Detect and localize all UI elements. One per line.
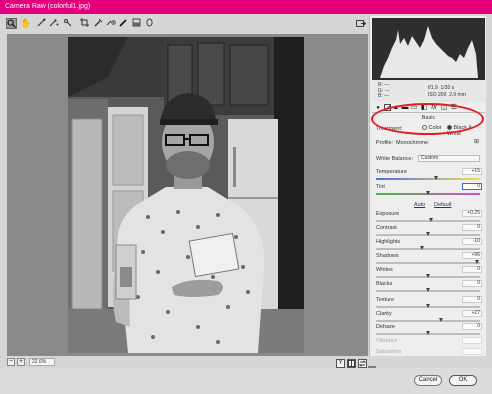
focal-length: 2.9 mm — [449, 92, 466, 98]
image-canvas[interactable] — [7, 34, 368, 356]
contrast-label: Contrast — [376, 225, 397, 231]
tint-label: Tint — [376, 184, 385, 190]
zoom-out-button[interactable]: − — [7, 358, 15, 366]
shutter: 1/30 s — [440, 85, 455, 91]
zoom-in-button[interactable]: + — [17, 358, 25, 366]
texture-value[interactable]: 0 — [462, 296, 482, 303]
texture-thumb[interactable] — [425, 304, 430, 308]
adjustments-panel: R: --- G: --- B: --- f/1.9 1/30 s ISO 20… — [369, 16, 486, 356]
highlights-label: Highlights — [376, 239, 401, 245]
vibrance-label: Vibrance — [376, 338, 398, 344]
blacks-value[interactable]: 0 — [462, 280, 482, 287]
dehaze-label: Dehaze — [376, 324, 395, 330]
clarity-value[interactable]: +27 — [462, 310, 482, 317]
tint-value[interactable]: 0 — [462, 183, 482, 190]
texture-label: Texture — [376, 297, 395, 303]
exposure-slider[interactable] — [376, 218, 480, 222]
highlights-value[interactable]: -10 — [462, 238, 482, 245]
aperture: f/1.9 — [428, 85, 438, 91]
profile-browser-icon[interactable]: ⊞ — [474, 139, 481, 146]
tool-strip: ✋ — [4, 16, 366, 32]
shadows-thumb[interactable] — [475, 260, 480, 264]
exposure-value[interactable]: +0.25 — [462, 210, 482, 217]
dehaze-thumb[interactable] — [425, 331, 430, 335]
b-label: B: — [378, 93, 383, 99]
temperature-slider[interactable] — [376, 176, 480, 180]
contrast-value[interactable]: 0 — [462, 224, 482, 231]
temperature-label: Temperature — [376, 169, 407, 175]
ok-button[interactable]: OK — [449, 375, 477, 386]
dehaze-value[interactable]: 0 — [462, 323, 482, 330]
radial-filter-icon[interactable] — [144, 18, 155, 29]
texture-slider[interactable] — [376, 304, 480, 308]
camera-raw-window: Camera Raw (colorful1.jpg) ✋ − + 22.6% Y… — [0, 0, 492, 394]
clarity-thumb[interactable] — [439, 318, 444, 322]
whites-value[interactable]: 0 — [462, 266, 482, 273]
settings-menu-icon[interactable] — [368, 360, 376, 373]
white-balance-label: White Balance: — [376, 156, 413, 162]
auto-link[interactable]: Auto — [414, 202, 425, 208]
saturation-label: Saturation — [376, 349, 402, 355]
profile-select[interactable]: Monochrome — [396, 140, 428, 146]
view-toggle-y-button[interactable]: Y — [336, 359, 345, 368]
shadows-value[interactable]: +96 — [462, 252, 482, 259]
shadows-slider[interactable] — [376, 260, 480, 264]
blacks-slider[interactable] — [376, 288, 480, 292]
before-after-icon[interactable] — [347, 359, 356, 368]
graduated-filter-icon[interactable] — [131, 18, 142, 29]
title-bar: Camera Raw (colorful1.jpg) — [0, 0, 492, 14]
blacks-label: Blacks — [376, 281, 393, 287]
spot-removal-icon[interactable] — [93, 18, 104, 29]
temperature-value[interactable]: +15 — [462, 168, 482, 175]
preview-photo — [68, 37, 304, 353]
cancel-button[interactable]: Cancel — [414, 375, 442, 386]
zoom-level-value: 22.6% — [32, 359, 47, 365]
highlights-slider[interactable] — [376, 246, 480, 250]
zoom-level-select[interactable]: 22.6% — [29, 358, 55, 366]
whites-thumb[interactable] — [425, 274, 430, 278]
zoom-tool-icon[interactable] — [6, 18, 17, 29]
dehaze-slider[interactable] — [376, 331, 480, 335]
hand-tool-icon[interactable]: ✋ — [20, 18, 31, 29]
temperature-thumb[interactable] — [433, 176, 438, 180]
contrast-thumb[interactable] — [425, 232, 430, 236]
histogram — [372, 18, 485, 80]
b-value: --- — [384, 93, 390, 99]
clarity-slider[interactable] — [376, 318, 480, 322]
swap-icon[interactable] — [358, 359, 367, 368]
shadows-label: Shadows — [376, 253, 399, 259]
color-sampler-icon[interactable] — [48, 18, 59, 29]
saturation-value — [462, 348, 482, 355]
default-link[interactable]: Default — [434, 202, 451, 208]
exposure-label: Exposure — [376, 211, 400, 217]
open-object-icon[interactable] — [356, 19, 367, 28]
tint-slider[interactable] — [376, 191, 480, 195]
targeted-adjustment-icon[interactable] — [62, 18, 73, 29]
camera-info: R: --- G: --- B: --- f/1.9 1/30 s ISO 20… — [372, 80, 485, 102]
whites-slider[interactable] — [376, 274, 480, 278]
clarity-label: Clarity — [376, 311, 392, 317]
profile-label: Profile: — [376, 140, 394, 146]
dialog-footer: Cancel OK — [0, 368, 492, 394]
tint-thumb[interactable] — [425, 191, 430, 195]
white-balance-value: Custom — [421, 155, 439, 161]
crop-tool-icon[interactable] — [79, 18, 90, 29]
iso: ISO 200 — [428, 92, 447, 98]
window-title: Camera Raw (colorful1.jpg) — [5, 3, 91, 10]
whites-label: Whites — [376, 267, 393, 273]
red-eye-icon[interactable] — [105, 18, 116, 29]
white-balance-tool-icon[interactable] — [36, 18, 47, 29]
treatment-highlight-circle — [371, 103, 484, 135]
vibrance-value — [462, 337, 482, 344]
exposure-thumb[interactable] — [428, 218, 433, 222]
contrast-slider[interactable] — [376, 232, 480, 236]
highlights-thumb[interactable] — [420, 246, 425, 250]
adjustment-brush-icon[interactable] — [118, 18, 129, 29]
blacks-thumb[interactable] — [425, 288, 430, 292]
white-balance-select[interactable]: Custom — [418, 155, 480, 162]
